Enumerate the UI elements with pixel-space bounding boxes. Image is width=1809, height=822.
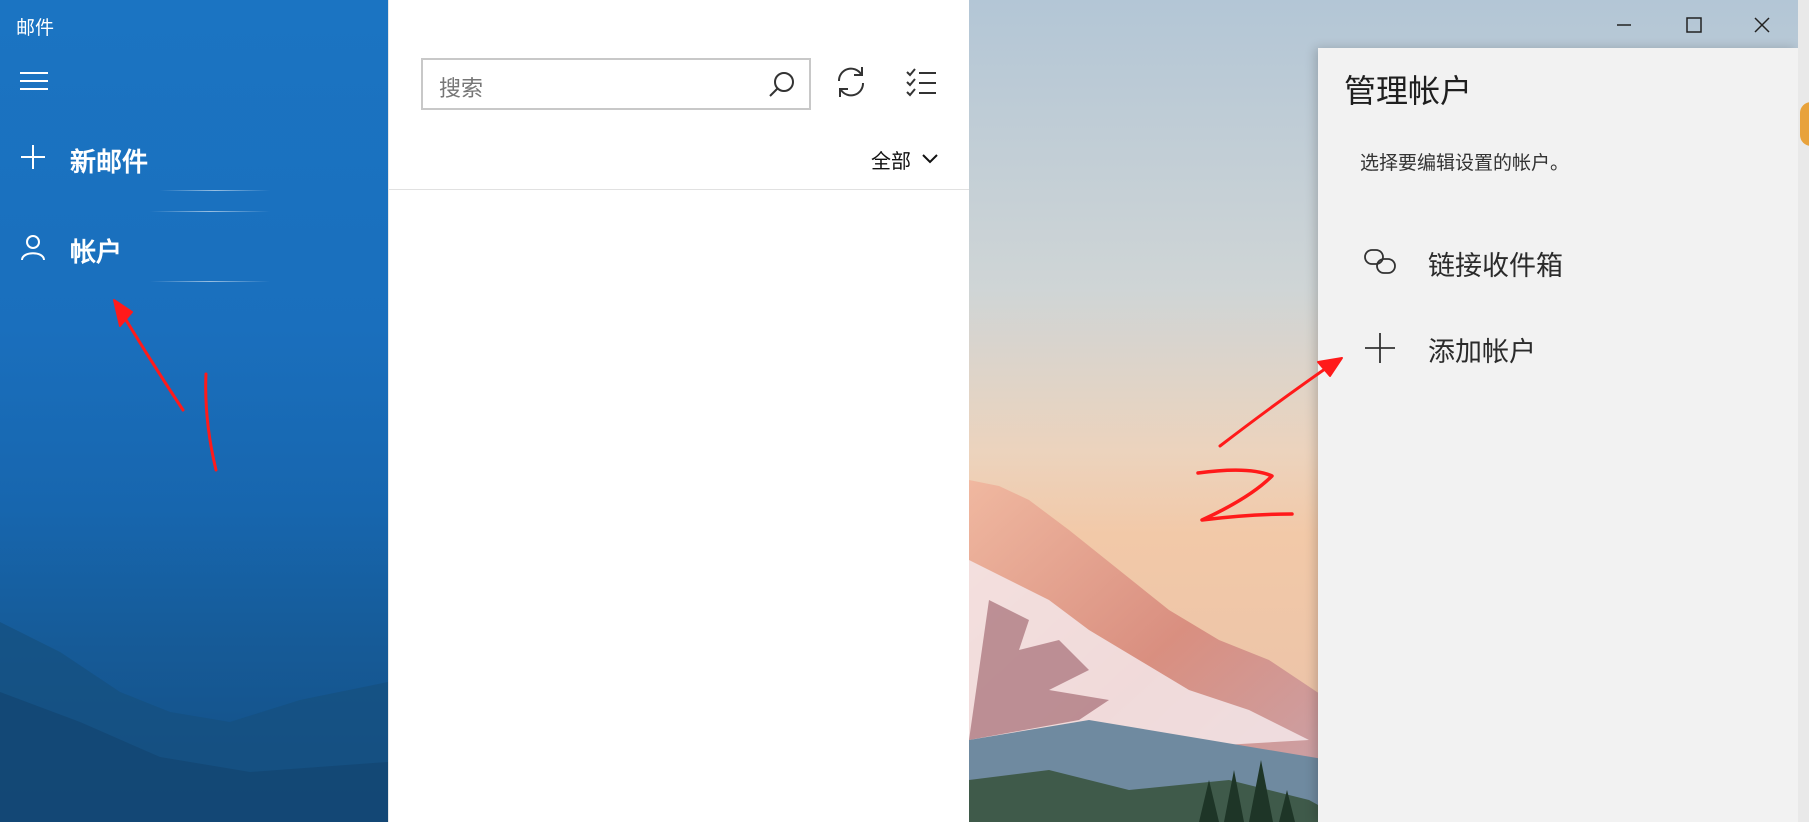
link-inboxes-label: 链接收件箱 — [1428, 251, 1563, 282]
maximize-icon[interactable] — [1672, 8, 1716, 42]
add-account-button[interactable]: 添加帐户 — [1318, 316, 1798, 380]
person-icon — [21, 235, 45, 261]
app-title: 邮件 — [16, 17, 55, 39]
plus-icon — [1365, 333, 1395, 363]
new-mail-button[interactable]: 新邮件 — [0, 128, 388, 188]
search-placeholder: 搜索 — [439, 77, 484, 102]
accounts-label: 帐户 — [70, 238, 123, 268]
link-inboxes-icon — [1364, 249, 1396, 274]
chevron-down-icon — [922, 154, 938, 164]
sync-icon[interactable] — [833, 64, 869, 100]
minimize-icon[interactable] — [1602, 8, 1646, 42]
nav-background-mountain — [0, 622, 388, 822]
panel-title: 管理帐户 — [1344, 72, 1473, 110]
link-inboxes-button[interactable]: 链接收件箱 — [1318, 230, 1798, 294]
list-divider — [389, 189, 970, 190]
search-input[interactable]: 搜索 — [421, 58, 811, 110]
nav-divider — [150, 211, 270, 212]
nav-divider — [150, 281, 270, 282]
filter-dropdown[interactable]: 全部 — [871, 144, 939, 174]
manage-accounts-panel: 管理帐户 选择要编辑设置的帐户。 链接收件箱 添加帐户 — [1318, 48, 1798, 822]
search-icon[interactable] — [767, 70, 797, 100]
nav-divider — [160, 190, 270, 191]
close-icon[interactable] — [1740, 8, 1784, 42]
accounts-button[interactable]: 帐户 — [0, 218, 388, 278]
navigation-pane: 邮件 新邮件 帐户 — [0, 0, 388, 822]
message-list-pane: 搜索 全部 — [388, 0, 970, 822]
panel-subtitle: 选择要编辑设置的帐户。 — [1360, 152, 1570, 174]
add-account-label: 添加帐户 — [1428, 337, 1536, 368]
hamburger-menu-icon[interactable] — [20, 72, 48, 94]
partial-avatar — [1800, 102, 1809, 146]
new-mail-label: 新邮件 — [70, 148, 149, 178]
filter-label: 全部 — [871, 148, 911, 173]
plus-icon — [21, 145, 45, 169]
checklist-icon[interactable] — [903, 64, 939, 100]
